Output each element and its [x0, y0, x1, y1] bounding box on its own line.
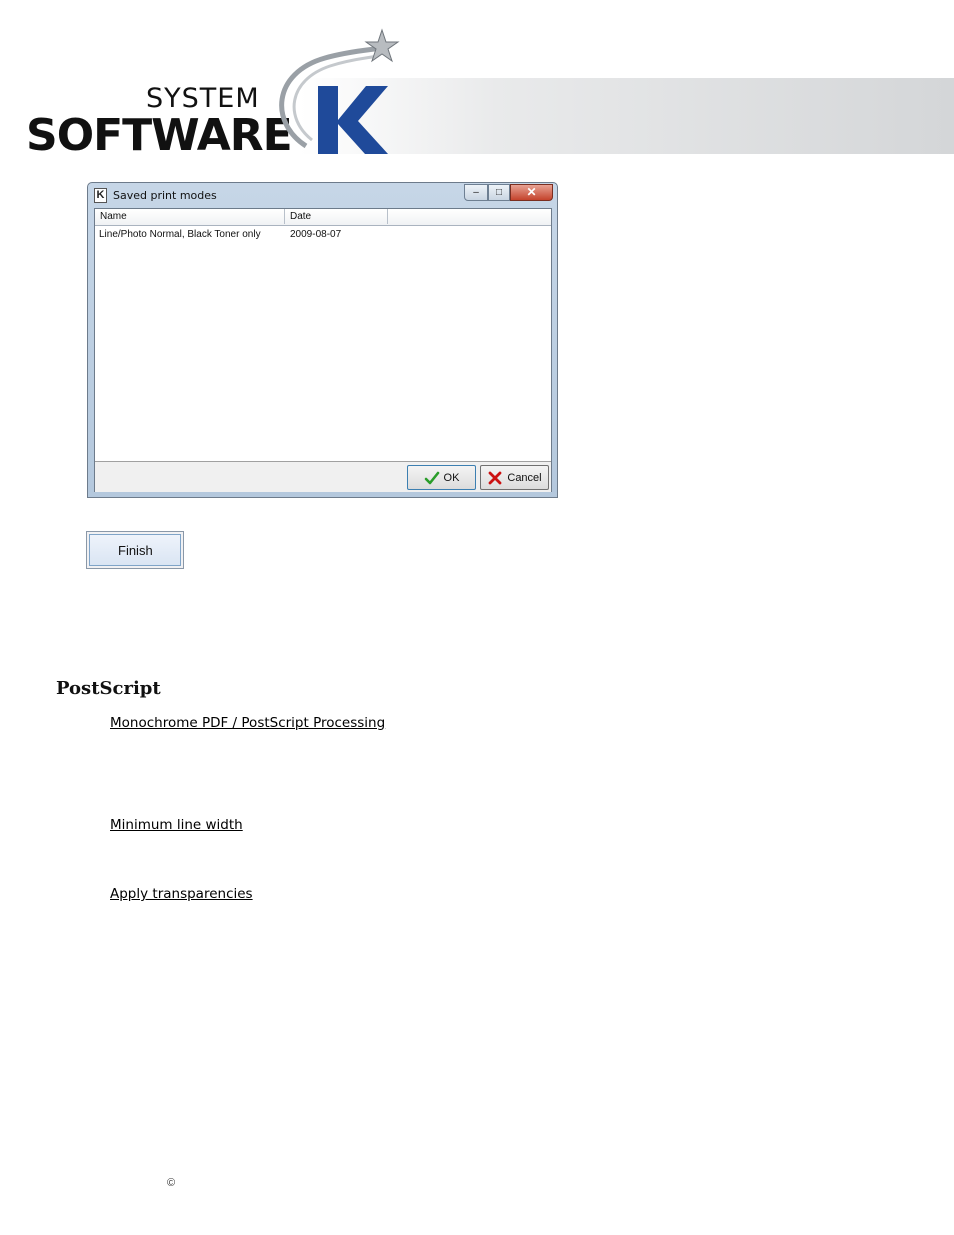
column-header-name[interactable]: Name [95, 209, 285, 224]
list-item[interactable]: Line/Photo Normal, Black Toner only 2009… [95, 227, 551, 242]
app-icon: K [94, 188, 107, 203]
list-item-date: 2009-08-07 [290, 229, 342, 240]
subheading-monochrome-processing: Monochrome PDF / PostScript Processing [110, 715, 386, 731]
list-header: Name Date [95, 209, 551, 226]
logo-k-star-icon [279, 28, 400, 154]
section-heading: PostScript [56, 678, 161, 699]
cancel-label: Cancel [507, 471, 542, 484]
dialog-content: Name Date Line/Photo Normal, Black Toner… [94, 208, 552, 492]
column-header-empty [388, 209, 551, 224]
logo-software-text: SOFTWARE [26, 110, 293, 161]
ok-button[interactable]: OK [407, 465, 476, 490]
close-icon[interactable]: ✕ [510, 184, 553, 201]
x-mark-icon [488, 471, 502, 484]
ok-label: OK [443, 471, 460, 484]
subheading-apply-transparencies: Apply transparencies [110, 886, 253, 902]
list-item-name: Line/Photo Normal, Black Toner only [99, 229, 261, 240]
maximize-icon[interactable]: □ [488, 184, 510, 201]
subheading-minimum-line-width: Minimum line width [110, 817, 243, 833]
column-header-date[interactable]: Date [285, 209, 388, 224]
finish-label: Finish [89, 534, 181, 566]
dialog-title: Saved print modes [113, 189, 217, 202]
finish-button[interactable]: Finish [86, 531, 184, 569]
dialog-footer: OK Cancel [95, 461, 551, 492]
minimize-icon[interactable]: – [464, 184, 488, 201]
dialog-title-bar[interactable]: K Saved print modes – □ ✕ [88, 183, 557, 207]
saved-print-modes-dialog: K Saved print modes – □ ✕ Name Date Line… [87, 182, 558, 498]
copyright-symbol: © [167, 1177, 176, 1189]
cancel-button[interactable]: Cancel [480, 465, 549, 490]
checkmark-icon [424, 471, 439, 484]
